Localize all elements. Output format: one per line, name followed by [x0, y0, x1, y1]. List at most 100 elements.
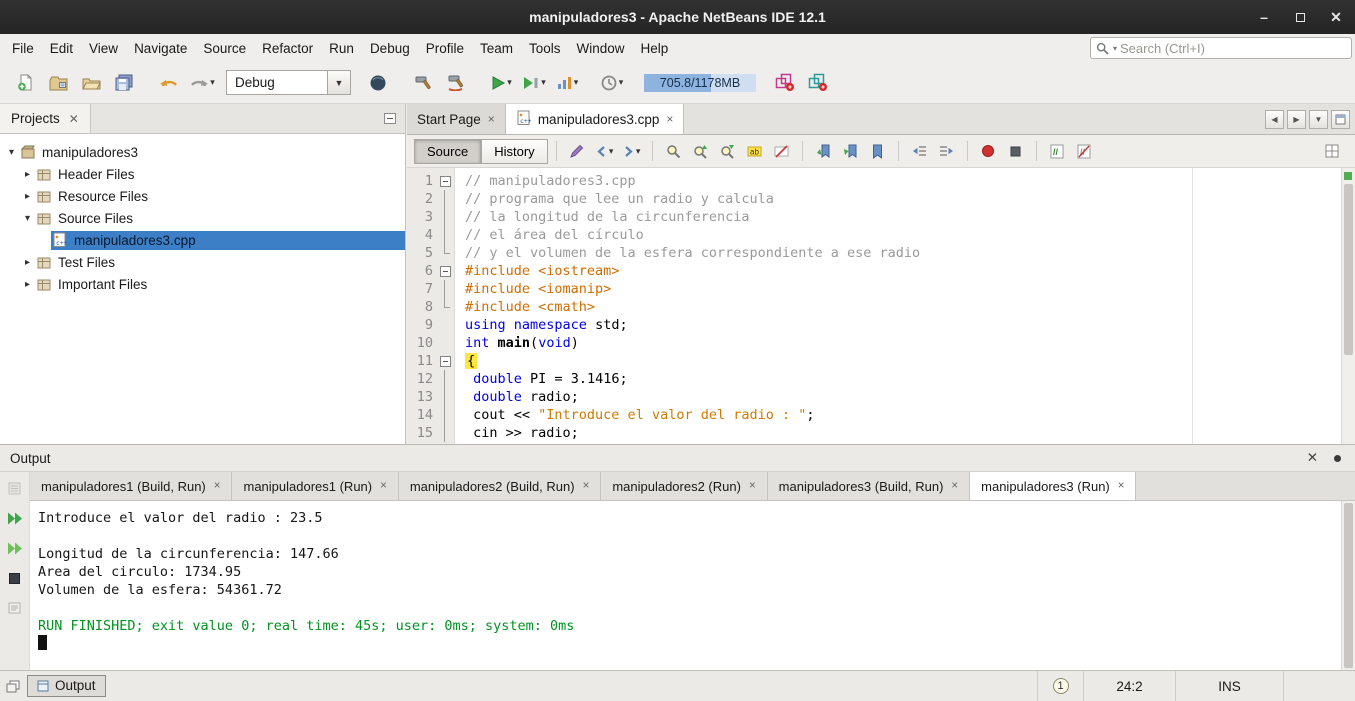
- rerun-with-args-button[interactable]: [4, 537, 26, 559]
- expander-icon[interactable]: ▸: [20, 257, 35, 268]
- tree-item-manipuladores3-cpp[interactable]: c++manipuladores3.cpp: [0, 229, 405, 251]
- redo-button[interactable]: ▾: [187, 67, 217, 99]
- projects-close-icon[interactable]: ✕: [69, 112, 79, 126]
- editor-scrollbar-thumb[interactable]: [1344, 184, 1353, 355]
- code-line[interactable]: 10int main(void): [407, 334, 1341, 352]
- next-bookmark-button[interactable]: [838, 139, 863, 164]
- close-tab-icon[interactable]: ×: [749, 480, 756, 492]
- output-minimized-button[interactable]: Output: [27, 675, 106, 697]
- toggle-highlight-button[interactable]: ab: [742, 139, 767, 164]
- undo-button[interactable]: [154, 67, 184, 99]
- restore-group-icon[interactable]: [6, 680, 20, 693]
- fold-marker[interactable]: [437, 262, 455, 280]
- maximize-button[interactable]: [1293, 10, 1307, 24]
- minimize-panel-icon[interactable]: [384, 113, 396, 124]
- profile-project-button[interactable]: ▾: [552, 67, 582, 99]
- rerun-button[interactable]: [4, 507, 26, 529]
- shift-line-right-button[interactable]: [934, 139, 959, 164]
- tree-item-manipuladores3[interactable]: ▾manipuladores3: [0, 141, 405, 163]
- new-file-button[interactable]: [10, 67, 40, 99]
- shift-line-left-button[interactable]: [907, 139, 932, 164]
- menu-navigate[interactable]: Navigate: [126, 37, 195, 60]
- memory-indicator[interactable]: 705.8/1178MB: [644, 74, 756, 92]
- output-console[interactable]: Introduce el valor del radio : 23.5 Long…: [30, 501, 1341, 670]
- notifications-button[interactable]: 1: [1037, 671, 1083, 701]
- scroll-tabs-right-button[interactable]: ▶: [1287, 110, 1306, 129]
- expander-icon[interactable]: ▸: [20, 191, 35, 202]
- tab-list-button[interactable]: ▼: [1309, 110, 1328, 129]
- expander-icon[interactable]: ▸: [20, 169, 35, 180]
- menu-tools[interactable]: Tools: [521, 37, 569, 60]
- previous-bookmark-button[interactable]: [811, 139, 836, 164]
- fold-marker[interactable]: [437, 352, 455, 370]
- new-project-button[interactable]: [43, 67, 73, 99]
- tree-item-test-files[interactable]: ▸Test Files: [0, 251, 405, 273]
- debug-project-button[interactable]: ▾: [519, 67, 549, 99]
- output-tab-manipuladores3-run[interactable]: manipuladores3 (Run)×: [970, 472, 1136, 500]
- output-tab-manipuladores1-run[interactable]: manipuladores1 (Run)×: [232, 472, 398, 500]
- close-tab-icon[interactable]: ×: [214, 480, 221, 492]
- expander-icon[interactable]: ▾: [20, 213, 35, 224]
- tree-item-header-files[interactable]: ▸Header Files: [0, 163, 405, 185]
- view-button-source[interactable]: Source: [414, 139, 481, 164]
- output-scrollbar[interactable]: [1341, 501, 1355, 670]
- menu-debug[interactable]: Debug: [362, 37, 418, 60]
- menu-refactor[interactable]: Refactor: [254, 37, 321, 60]
- run-project-button[interactable]: ▾: [486, 67, 516, 99]
- code-line[interactable]: 6#include <iostream>: [407, 262, 1341, 280]
- close-output-icon[interactable]: ✕: [1307, 450, 1318, 466]
- find-previous-button[interactable]: [688, 139, 713, 164]
- vm-telemetry-button[interactable]: [803, 67, 833, 99]
- code-line[interactable]: 3// la longitud de la circunferencia: [407, 208, 1341, 226]
- output-scrollbar-thumb[interactable]: [1344, 503, 1353, 668]
- expander-icon[interactable]: ▾: [4, 147, 19, 158]
- split-document-button[interactable]: [1319, 139, 1344, 164]
- menu-window[interactable]: Window: [569, 37, 633, 60]
- find-next-button[interactable]: [715, 139, 740, 164]
- editor-scrollbar[interactable]: [1341, 168, 1355, 444]
- menu-view[interactable]: View: [81, 37, 126, 60]
- profile-points-button[interactable]: [770, 67, 800, 99]
- menu-run[interactable]: Run: [321, 37, 362, 60]
- run-config-select[interactable]: Debug ▼: [226, 70, 351, 95]
- menu-help[interactable]: Help: [633, 37, 677, 60]
- clear-highlight-button[interactable]: [769, 139, 794, 164]
- clean-build-button[interactable]: [441, 67, 471, 99]
- open-project-button[interactable]: [76, 67, 106, 99]
- code-line[interactable]: 5// y el volumen de la esfera correspond…: [407, 244, 1341, 262]
- code-line[interactable]: 11{: [407, 352, 1341, 370]
- projects-tab[interactable]: Projects ✕: [0, 104, 91, 133]
- code-line[interactable]: 13 double radio;: [407, 388, 1341, 406]
- code-line[interactable]: 4// el área del círculo: [407, 226, 1341, 244]
- output-tab-manipuladores1-build-run[interactable]: manipuladores1 (Build, Run)×: [30, 472, 232, 500]
- close-tab-icon[interactable]: ×: [951, 480, 958, 492]
- output-tab-manipuladores3-build-run[interactable]: manipuladores3 (Build, Run)×: [768, 472, 970, 500]
- menu-file[interactable]: File: [4, 37, 42, 60]
- clear-output-button[interactable]: [4, 597, 26, 619]
- menu-profile[interactable]: Profile: [418, 37, 472, 60]
- toggle-bookmark-button[interactable]: [865, 139, 890, 164]
- close-tab-icon[interactable]: ×: [666, 112, 673, 126]
- search-input[interactable]: ▾ Search (Ctrl+I): [1090, 37, 1352, 59]
- build-project-button[interactable]: [408, 67, 438, 99]
- code-line[interactable]: 7#include <iomanip>: [407, 280, 1341, 298]
- code-line[interactable]: 1// manipuladores3.cpp: [407, 172, 1341, 190]
- maximize-editor-button[interactable]: [1331, 110, 1350, 129]
- output-tab-manipuladores2-build-run[interactable]: manipuladores2 (Build, Run)×: [399, 472, 601, 500]
- expander-icon[interactable]: ▸: [20, 279, 35, 290]
- stop-macro-button[interactable]: [1003, 139, 1028, 164]
- last-edit-button[interactable]: [565, 139, 590, 164]
- editor-tab-start-page[interactable]: Start Page×: [407, 104, 506, 134]
- menu-source[interactable]: Source: [195, 37, 254, 60]
- find-selection-button[interactable]: [661, 139, 686, 164]
- fold-marker[interactable]: [437, 172, 455, 190]
- code-editor[interactable]: 1// manipuladores3.cpp2// programa que l…: [407, 168, 1355, 444]
- run-ide-globe-button[interactable]: [363, 67, 393, 99]
- output-tab-manipuladores2-run[interactable]: manipuladores2 (Run)×: [601, 472, 767, 500]
- uncomment-button[interactable]: //: [1072, 139, 1097, 164]
- scroll-tabs-left-button[interactable]: ◀: [1265, 110, 1284, 129]
- tree-item-source-files[interactable]: ▾Source Files: [0, 207, 405, 229]
- save-all-button[interactable]: [109, 67, 139, 99]
- insert-mode-cell[interactable]: INS: [1175, 671, 1283, 701]
- code-line[interactable]: 15 cin >> radio;: [407, 424, 1341, 442]
